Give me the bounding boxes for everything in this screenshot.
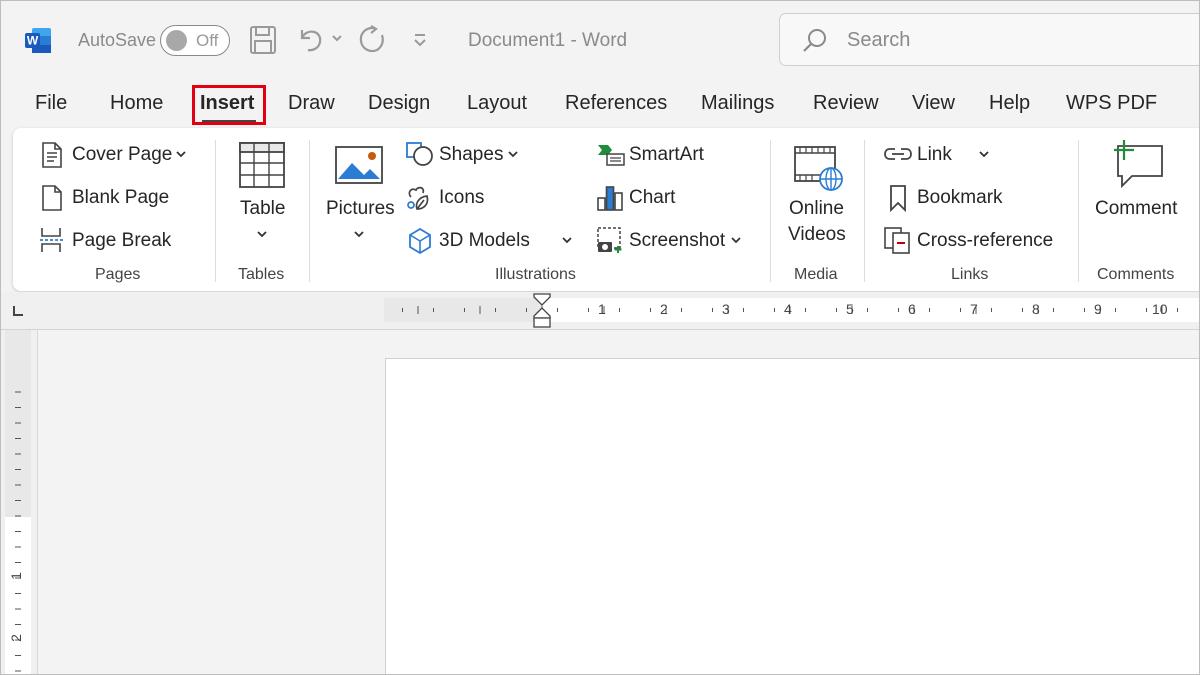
autosave-state: Off	[196, 31, 219, 50]
comments-group-label: Comments	[1097, 266, 1175, 283]
online-videos-button-line2[interactable]: Videos	[788, 224, 846, 246]
document-page[interactable]	[385, 358, 1200, 675]
autosave-toggle[interactable]: Off	[160, 25, 230, 56]
ruler-number: 8	[1032, 301, 1040, 317]
group-separator	[770, 140, 771, 282]
3d-models-icon	[409, 227, 431, 255]
tab-references[interactable]: References	[565, 92, 667, 115]
ruler-number: 3	[722, 301, 730, 317]
cover-page-button[interactable]: Cover Page	[72, 144, 172, 166]
save-icon[interactable]	[249, 25, 277, 55]
tab-review[interactable]: Review	[813, 92, 879, 115]
group-separator	[215, 140, 216, 282]
blank-page-button[interactable]: Blank Page	[72, 187, 169, 209]
customize-toolbar-icon[interactable]	[412, 32, 428, 48]
ruler-number: 1	[598, 301, 606, 317]
tab-wps-pdf[interactable]: WPS PDF	[1066, 92, 1157, 115]
word-app-icon[interactable]: W	[25, 27, 52, 54]
ruler-number: 10	[1152, 301, 1168, 317]
page-break-button[interactable]: Page Break	[72, 230, 171, 252]
vertical-ruler-number: 1	[7, 572, 24, 580]
autosave-label: AutoSave	[78, 30, 157, 50]
cover-page-icon	[42, 142, 62, 168]
pictures-button[interactable]: Pictures	[326, 198, 395, 220]
chart-button[interactable]: Chart	[629, 187, 675, 209]
chevron-down-icon[interactable]	[730, 236, 742, 246]
indent-marker-icon[interactable]	[532, 292, 552, 330]
page-break-icon	[40, 228, 64, 252]
online-videos-button-line1[interactable]: Online	[789, 198, 844, 220]
links-group-label: Links	[951, 266, 989, 283]
tab-help[interactable]: Help	[989, 92, 1030, 115]
chevron-down-icon[interactable]	[561, 236, 573, 246]
search-box[interactable]: Search	[779, 13, 1200, 66]
ruler-number: 6	[908, 301, 916, 317]
document-title: Document1 - Word	[468, 30, 628, 51]
tab-file[interactable]: File	[35, 92, 67, 115]
vertical-ruler-number: 2	[7, 634, 24, 642]
link-icon	[884, 148, 912, 160]
pages-group-label: Pages	[95, 266, 141, 283]
chevron-down-icon[interactable]	[978, 150, 990, 160]
link-button[interactable]: Link	[917, 144, 952, 166]
screenshot-button[interactable]: Screenshot	[629, 230, 725, 252]
online-videos-icon	[794, 146, 843, 191]
cross-reference-button[interactable]: Cross-reference	[917, 230, 1053, 252]
toggle-knob	[166, 30, 187, 51]
illustrations-group-label: Illustrations	[495, 266, 576, 283]
tab-mailings[interactable]: Mailings	[701, 92, 774, 115]
chart-icon	[597, 186, 623, 211]
search-placeholder: Search	[847, 29, 911, 51]
title-bar: W AutoSave Off Document1 - Word Search	[0, 0, 1200, 80]
ruler-number: 2	[660, 301, 668, 317]
bookmark-button[interactable]: Bookmark	[917, 187, 1003, 209]
vertical-ruler-ticks	[15, 391, 21, 672]
3d-models-button[interactable]: 3D Models	[439, 230, 530, 252]
screenshot-icon	[597, 227, 622, 253]
tab-selector[interactable]	[13, 306, 23, 316]
shapes-icon	[406, 142, 433, 166]
chevron-down-icon[interactable]	[353, 230, 365, 240]
comment-icon	[1114, 140, 1163, 188]
svg-text:W: W	[27, 34, 39, 48]
tables-group-label: Tables	[238, 266, 285, 283]
tab-home[interactable]: Home	[110, 92, 163, 115]
icons-button[interactable]: Icons	[439, 187, 484, 209]
smartart-icon	[598, 145, 625, 166]
chevron-down-icon[interactable]	[175, 150, 187, 160]
smartart-button[interactable]: SmartArt	[629, 144, 704, 166]
insert-tab-highlight	[192, 85, 266, 125]
chevron-down-icon[interactable]	[507, 150, 519, 160]
pictures-icon	[335, 146, 383, 184]
ruler-number: 5	[846, 301, 854, 317]
media-group-label: Media	[794, 266, 838, 283]
tab-draw[interactable]: Draw	[288, 92, 335, 115]
chevron-down-icon[interactable]	[256, 230, 268, 240]
undo-icon[interactable]	[296, 24, 326, 54]
ruler-number: 7	[970, 301, 978, 317]
cross-reference-icon	[884, 227, 910, 254]
ruler-number: 4	[784, 301, 792, 317]
group-separator	[1078, 140, 1079, 282]
table-icon	[239, 142, 285, 188]
tab-view[interactable]: View	[912, 92, 955, 115]
blank-page-icon	[42, 185, 62, 211]
shapes-button[interactable]: Shapes	[439, 144, 503, 166]
ruler-number: 9	[1094, 301, 1102, 317]
redo-icon[interactable]	[357, 24, 387, 56]
group-separator	[864, 140, 865, 282]
ruler-ticks	[402, 306, 1178, 314]
group-separator	[309, 140, 310, 282]
undo-dropdown-icon[interactable]	[331, 34, 343, 44]
table-button[interactable]: Table	[240, 198, 285, 220]
tab-design[interactable]: Design	[368, 92, 430, 115]
icons-icon	[407, 186, 429, 210]
search-icon	[803, 29, 826, 52]
tab-layout[interactable]: Layout	[467, 92, 527, 115]
comment-button[interactable]: Comment	[1095, 198, 1177, 220]
bookmark-icon	[890, 185, 906, 212]
